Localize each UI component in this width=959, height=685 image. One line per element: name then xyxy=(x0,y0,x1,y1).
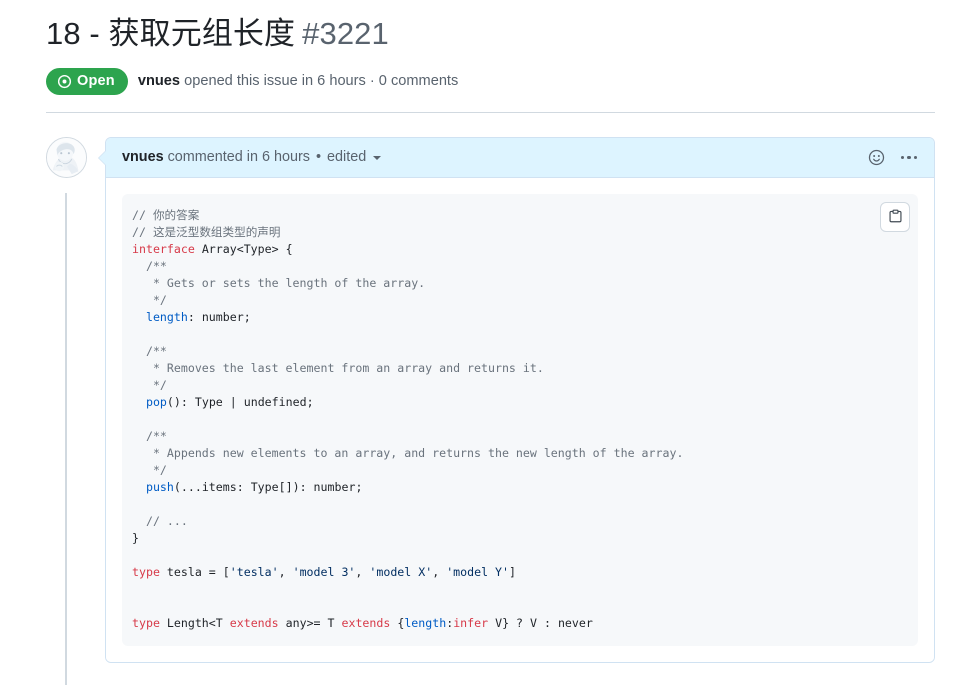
issue-meta-row: Open vnues opened this issue in 6 hours … xyxy=(46,67,935,95)
avatar[interactable] xyxy=(46,136,87,178)
issue-title-text: 18 - 获取元组长度 xyxy=(46,16,296,51)
issue-header: 18 - 获取元组长度 #3221 Open vnues opened this … xyxy=(0,0,959,95)
comment-author-link[interactable]: vnues xyxy=(122,149,164,165)
issue-number: #3221 xyxy=(302,16,389,51)
code-block-wrapper: // 你的答案 // 这是泛型数组类型的声明 interface Array<T… xyxy=(122,193,918,646)
issue-page: 18 - 获取元组长度 #3221 Open vnues opened this … xyxy=(0,0,959,685)
header-divider xyxy=(46,111,935,113)
comment-byline: vnues commented in 6 hours • edited xyxy=(122,147,382,167)
page-title: 18 - 获取元组长度 #3221 xyxy=(46,14,935,54)
comment-edited-label: edited xyxy=(327,149,367,166)
clipboard-copy-icon[interactable] xyxy=(880,201,910,232)
issue-author-link[interactable]: vnues xyxy=(138,73,180,89)
comment-header-actions xyxy=(865,146,920,168)
issue-timeline: vnues commented in 6 hours • edited // 你… xyxy=(46,136,935,685)
issue-opened-icon xyxy=(57,74,72,89)
comment-edited-dropdown[interactable]: edited xyxy=(327,147,382,167)
kebab-horizontal-icon[interactable] xyxy=(898,146,920,168)
code-block[interactable]: // 你的答案 // 这是泛型数组类型的声明 interface Array<T… xyxy=(122,193,918,646)
comment-box: vnues commented in 6 hours • edited // 你… xyxy=(98,136,935,663)
comment-separator: • xyxy=(315,149,322,166)
comment-body: // 你的答案 // 这是泛型数组类型的声明 interface Array<T… xyxy=(106,177,934,662)
comment-action-text: commented in 6 hours xyxy=(163,149,314,166)
chevron-down-icon xyxy=(373,156,382,161)
timeline-rail xyxy=(65,192,67,685)
comment-header: vnues commented in 6 hours • edited xyxy=(106,137,934,178)
status-badge: Open xyxy=(46,67,128,95)
smiley-icon[interactable] xyxy=(865,146,887,168)
status-badge-label: Open xyxy=(77,72,115,89)
issue-meta-detail: opened this issue in 6 hours · 0 comment… xyxy=(180,72,459,89)
issue-meta-text: vnues opened this issue in 6 hours · 0 c… xyxy=(138,71,458,91)
